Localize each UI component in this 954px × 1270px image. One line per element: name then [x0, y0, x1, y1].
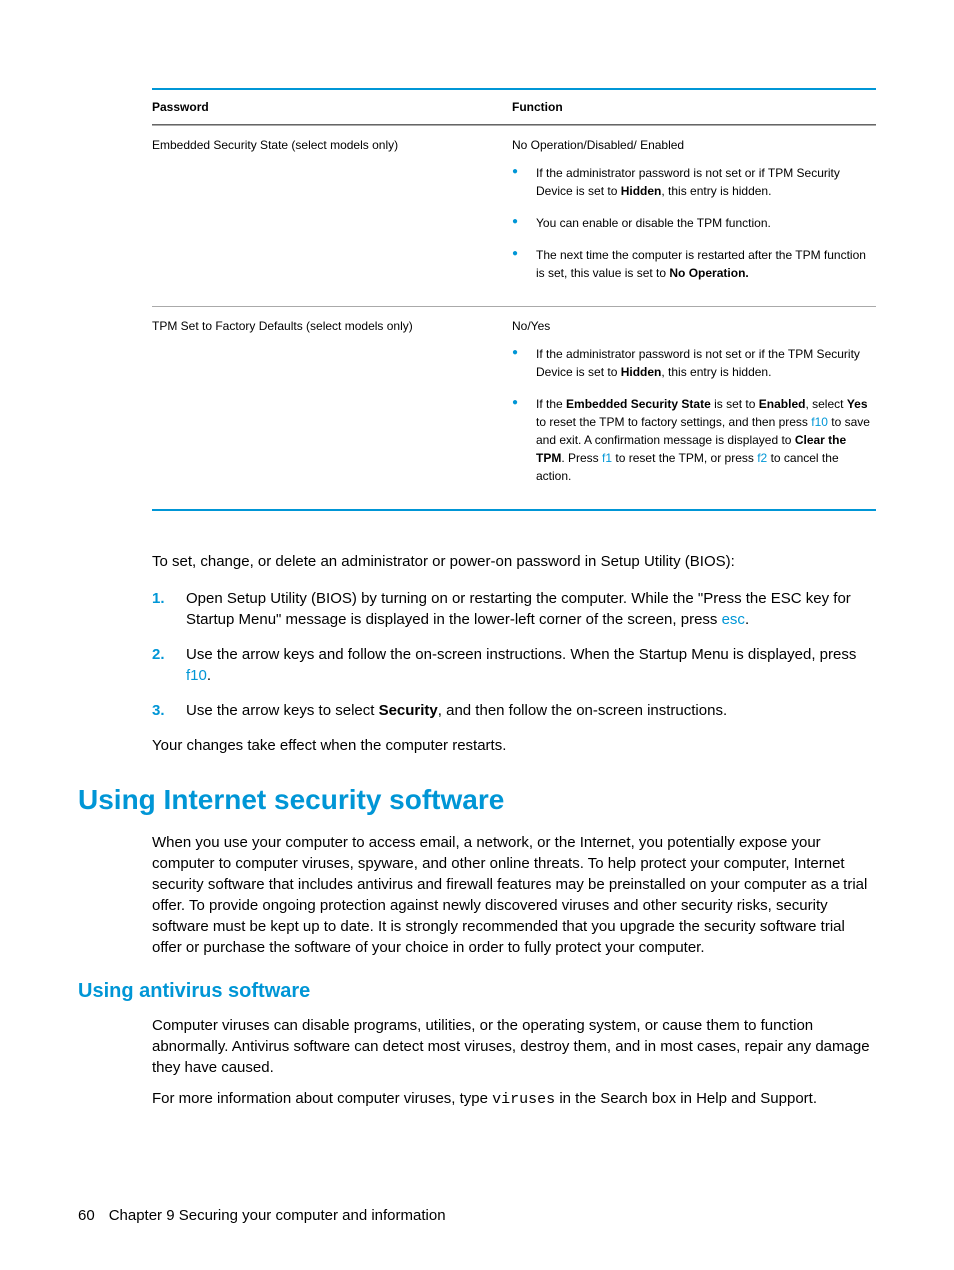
- row-function: No/Yes If the administrator password is …: [512, 317, 876, 499]
- subsection-paragraph: Computer viruses can disable programs, u…: [152, 1015, 876, 1078]
- step-item: 1.Open Setup Utility (BIOS) by turning o…: [152, 588, 876, 630]
- step-item: 3.Use the arrow keys to select Security,…: [152, 700, 876, 721]
- row-name: Embedded Security State (select models o…: [152, 136, 512, 296]
- bullet-item: You can enable or disable the TPM functi…: [512, 214, 876, 232]
- steps-list: 1.Open Setup Utility (BIOS) by turning o…: [152, 588, 876, 721]
- row-lead: No/Yes: [512, 317, 876, 335]
- header-function: Function: [512, 100, 876, 114]
- subsection-paragraph: For more information about computer viru…: [152, 1088, 876, 1110]
- step-number: 1.: [152, 588, 186, 630]
- bullet-list: If the administrator password is not set…: [512, 164, 876, 282]
- page-footer: 60 Chapter 9 Securing your computer and i…: [78, 1207, 446, 1224]
- bullet-item: If the administrator password is not set…: [512, 164, 876, 200]
- intro-paragraph: To set, change, or delete an administrat…: [152, 551, 876, 572]
- outro-paragraph: Your changes take effect when the comput…: [152, 735, 876, 756]
- bullet-item: If the administrator password is not set…: [512, 345, 876, 381]
- bullet-list: If the administrator password is not set…: [512, 345, 876, 485]
- step-item: 2.Use the arrow keys and follow the on-s…: [152, 644, 876, 686]
- step-number: 3.: [152, 700, 186, 721]
- section-paragraph: When you use your computer to access ema…: [152, 832, 876, 958]
- table-row: Embedded Security State (select models o…: [152, 125, 876, 306]
- header-password: Password: [152, 100, 512, 114]
- bullet-item: If the Embedded Security State is set to…: [512, 395, 876, 485]
- password-function-table: Password Function Embedded Security Stat…: [152, 88, 876, 511]
- page-number: 60: [78, 1207, 95, 1224]
- chapter-label: Chapter 9 Securing your computer and inf…: [109, 1207, 446, 1224]
- section-heading: Using Internet security software: [78, 784, 876, 816]
- subsection-heading: Using antivirus software: [78, 980, 876, 1003]
- table-header-row: Password Function: [152, 90, 876, 125]
- step-number: 2.: [152, 644, 186, 686]
- row-function: No Operation/Disabled/ Enabled If the ad…: [512, 136, 876, 296]
- table-row: TPM Set to Factory Defaults (select mode…: [152, 306, 876, 509]
- row-lead: No Operation/Disabled/ Enabled: [512, 136, 876, 154]
- row-name: TPM Set to Factory Defaults (select mode…: [152, 317, 512, 499]
- bullet-item: The next time the computer is restarted …: [512, 246, 876, 282]
